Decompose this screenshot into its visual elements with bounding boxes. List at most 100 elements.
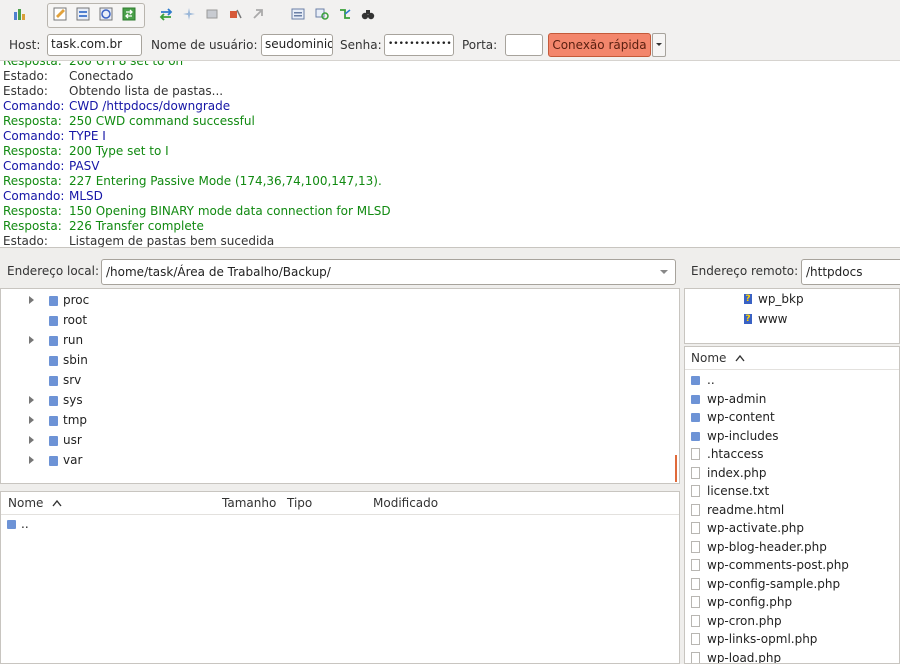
- search-files-icon[interactable]: [360, 6, 376, 22]
- toggle-queue-icon[interactable]: [121, 6, 137, 22]
- folder-icon: [49, 456, 58, 466]
- log-line-kind: Estado:: [3, 84, 48, 98]
- password-input[interactable]: ••••••••••••: [384, 34, 454, 56]
- sort-ascending-icon: [52, 499, 62, 507]
- toolbar: [0, 0, 900, 30]
- log-line-text: CWD /httpdocs/downgrade: [69, 99, 231, 113]
- folder-icon: [49, 416, 58, 426]
- local-tree-label: tmp: [63, 413, 88, 427]
- log-line-text: MLSD: [69, 189, 103, 203]
- local-col-type[interactable]: Tipo: [287, 492, 312, 514]
- list-item[interactable]: readme.html: [689, 502, 889, 520]
- reconnect-icon[interactable]: [250, 6, 266, 22]
- local-tree-item-root[interactable]: root: [29, 312, 229, 330]
- log-line-text: 200 UTF8 set to on: [69, 61, 184, 68]
- unknown-folder-icon: ?: [744, 294, 752, 304]
- remote-file-name: wp-activate.php: [707, 521, 804, 535]
- local-tree-item-var[interactable]: var: [29, 452, 229, 470]
- local-col-name[interactable]: Nome: [8, 492, 62, 514]
- remote-col-name[interactable]: Nome: [691, 347, 745, 369]
- remote-col-name-label: Nome: [691, 351, 727, 365]
- local-tree-item-proc[interactable]: proc: [29, 292, 229, 310]
- local-tree-label: root: [63, 313, 88, 327]
- sync-browsing-icon[interactable]: [337, 6, 353, 22]
- refresh-icon[interactable]: [158, 6, 174, 22]
- quickconnect-history-dropdown[interactable]: [652, 33, 666, 57]
- log-line-text: Obtendo lista de pastas...: [69, 84, 224, 98]
- local-tree-item-sys[interactable]: sys: [29, 392, 229, 410]
- disconnect-icon[interactable]: [227, 6, 243, 22]
- cancel-operation-icon[interactable]: [204, 6, 220, 22]
- port-input[interactable]: [505, 34, 543, 56]
- remote-address-combo[interactable]: /httpdocs: [801, 259, 900, 285]
- list-item[interactable]: wp-blog-header.php: [689, 539, 889, 557]
- file-icon: [691, 633, 700, 645]
- expand-arrow-icon[interactable]: [29, 436, 34, 444]
- expand-arrow-icon[interactable]: [29, 296, 34, 304]
- filter-icon[interactable]: [290, 6, 306, 22]
- log-line: Resposta: 200 UTF8 set to on: [3, 61, 183, 69]
- log-line-text: 250 CWD command successful: [69, 114, 255, 128]
- log-line-text: PASV: [69, 159, 100, 173]
- local-file-list[interactable]: Nome Tamanho Tipo Modificado ..: [0, 491, 680, 664]
- expand-arrow-icon[interactable]: [29, 416, 34, 424]
- list-item[interactable]: wp-admin: [689, 391, 889, 409]
- folder-icon: [49, 396, 58, 406]
- list-item[interactable]: wp-cron.php: [689, 613, 889, 631]
- local-col-modified[interactable]: Modificado: [373, 492, 438, 514]
- site-manager-icon[interactable]: [12, 6, 28, 22]
- local-tree-item-srv[interactable]: srv: [29, 372, 229, 390]
- list-item[interactable]: index.php: [689, 465, 889, 483]
- host-input[interactable]: task.com.br: [47, 34, 142, 56]
- expand-arrow-icon[interactable]: [29, 336, 34, 344]
- compare-directories-icon[interactable]: [314, 6, 330, 22]
- local-tree-item-sbin[interactable]: sbin: [29, 352, 229, 370]
- list-item[interactable]: wp-content: [689, 409, 889, 427]
- list-item[interactable]: wp-includes: [689, 428, 889, 446]
- process-queue-icon[interactable]: [181, 6, 197, 22]
- local-directory-tree[interactable]: proc root run sbin srv sys tmp usr var: [0, 288, 680, 484]
- toggle-local-tree-icon[interactable]: [75, 6, 91, 22]
- remote-file-name: wp-load.php: [707, 650, 782, 664]
- list-item[interactable]: wp-config-sample.php: [689, 576, 889, 594]
- list-item[interactable]: wp-config.php: [689, 594, 889, 612]
- file-icon: [691, 503, 700, 516]
- remote-address-label: Endereço remoto:: [691, 264, 799, 278]
- remote-file-name: index.php: [707, 465, 767, 480]
- log-line-kind: Comando:: [3, 129, 65, 143]
- log-line-kind: Resposta:: [3, 174, 62, 188]
- local-tree-item-usr[interactable]: usr: [29, 432, 229, 450]
- list-item[interactable]: license.txt: [689, 483, 889, 501]
- quickconnect-button[interactable]: Conexão rápida: [548, 33, 651, 57]
- file-icon: [691, 614, 700, 627]
- remote-directory-tree[interactable]: ? wp_bkp ? www: [684, 288, 900, 344]
- log-line-text: Conectado: [69, 69, 134, 83]
- expand-arrow-icon[interactable]: [29, 456, 34, 464]
- message-log[interactable]: Resposta: 200 UTF8 set to on Estado: Conect…: [0, 61, 900, 248]
- list-item[interactable]: wp-activate.php: [689, 520, 889, 538]
- local-tree-item-run[interactable]: run: [29, 332, 229, 350]
- local-col-size[interactable]: Tamanho: [222, 492, 276, 514]
- local-address-combo[interactable]: /home/task/Área de Trabalho/Backup/: [101, 259, 676, 285]
- chevron-down-icon[interactable]: [659, 268, 669, 276]
- list-item[interactable]: wp-load.php: [689, 650, 889, 664]
- remote-file-name: license.txt: [707, 484, 770, 498]
- local-tree-item-tmp[interactable]: tmp: [29, 412, 229, 430]
- toggle-log-icon[interactable]: [52, 6, 68, 22]
- log-line-text: TYPE I: [69, 129, 106, 143]
- username-input[interactable]: seudominio: [261, 34, 333, 56]
- remote-file-name: wp-includes: [707, 428, 779, 443]
- remote-file-list[interactable]: Nome .. wp-admin wp-content wp-includes .hta…: [684, 346, 900, 664]
- remote-file-name: wp-config.php: [707, 595, 793, 609]
- local-file-name: ..: [21, 517, 29, 531]
- list-item[interactable]: ..: [689, 372, 889, 390]
- local-tree-label: proc: [63, 293, 90, 307]
- list-item[interactable]: wp-comments-post.php: [689, 557, 889, 575]
- folder-icon: [49, 376, 58, 386]
- file-icon: [691, 540, 700, 553]
- expand-arrow-icon[interactable]: [29, 396, 34, 404]
- toggle-remote-tree-icon[interactable]: [98, 6, 114, 22]
- list-item[interactable]: wp-links-opml.php: [689, 631, 889, 649]
- list-item[interactable]: .htaccess: [689, 446, 889, 464]
- log-line-kind: Estado:: [3, 69, 48, 83]
